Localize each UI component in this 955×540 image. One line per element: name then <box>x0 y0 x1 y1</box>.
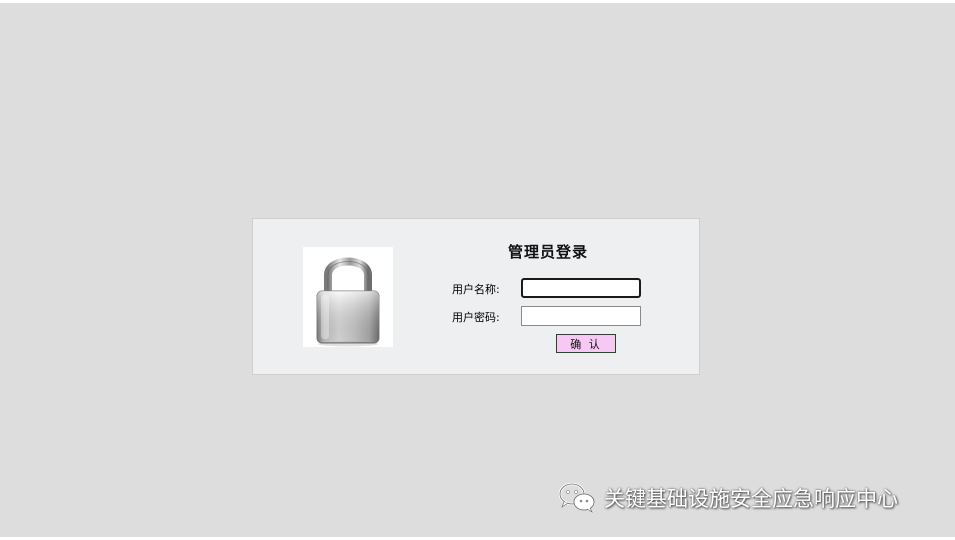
login-title: 管理员登录 <box>508 243 589 261</box>
password-input[interactable] <box>521 306 641 326</box>
watermark: 关键基础设施安全应急响应中心 <box>558 482 898 514</box>
lock-image <box>303 247 393 347</box>
password-label: 用户密码: <box>452 311 500 324</box>
login-panel: 管理员登录 用户名称: 用户密码: 确 认 <box>252 218 700 375</box>
watermark-text: 关键基础设施安全应急响应中心 <box>604 487 898 511</box>
wechat-logo-icon <box>558 482 595 513</box>
username-input[interactable] <box>521 278 641 298</box>
confirm-button[interactable]: 确 认 <box>556 334 616 353</box>
username-label: 用户名称: <box>452 283 500 296</box>
page-background: 管理员登录 用户名称: 用户密码: 确 认 <box>0 3 955 537</box>
padlock-icon <box>316 257 380 347</box>
